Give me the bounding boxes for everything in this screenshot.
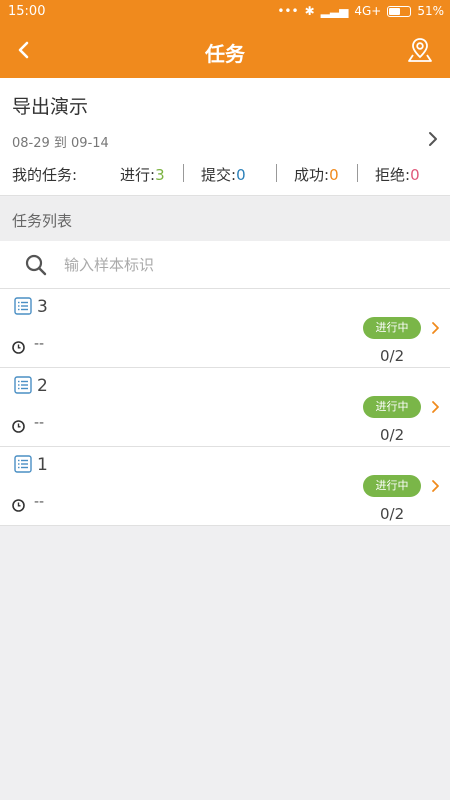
status-time: 15:00: [8, 4, 46, 19]
bluetooth-icon: ✱: [304, 4, 315, 18]
status-badge: 进行中: [363, 396, 421, 418]
stat-submitted-label: 提交:: [201, 166, 237, 184]
signal-icon: ▂▃▅: [320, 4, 349, 18]
task-progress: 0/2: [380, 347, 405, 365]
stat-rejected: 拒绝:0: [375, 164, 420, 185]
page-title: 任务: [205, 42, 245, 66]
battery-icon: [387, 5, 412, 17]
stat-success-label: 成功:: [294, 166, 330, 184]
stat-rejected-label: 拒绝:: [375, 166, 411, 184]
location-icon[interactable]: [406, 36, 434, 64]
clock-icon: [12, 499, 25, 512]
network-type: 4G+: [354, 4, 382, 18]
date-range: 08-29 到 09-14: [12, 136, 109, 151]
task-item[interactable]: 1 -- 进行中 0/2: [0, 447, 450, 526]
search-icon: [25, 254, 47, 276]
list-icon: [14, 297, 32, 315]
task-progress: 0/2: [380, 505, 405, 523]
list-icon: [14, 376, 32, 394]
task-time: --: [34, 494, 45, 510]
task-id: 2: [37, 376, 48, 396]
my-tasks-label: 我的任务:: [12, 166, 78, 184]
section-title: 任务列表: [12, 212, 73, 230]
status-icons: ••• ✱ ▂▃▅ 4G+ 51%: [277, 4, 444, 18]
search-input[interactable]: [64, 251, 424, 279]
stat-running: 进行:3: [120, 164, 165, 185]
project-summary[interactable]: 导出演示 08-29 到 09-14 我的任务: 进行:3 提交:0 成功:0 …: [0, 78, 450, 196]
chevron-right-icon[interactable]: [430, 400, 440, 414]
project-name: 导出演示: [12, 96, 89, 118]
clock-icon: [12, 420, 25, 433]
list-icon: [14, 455, 32, 473]
status-badge: 进行中: [363, 317, 421, 339]
chevron-right-icon[interactable]: [426, 130, 440, 148]
stat-submitted: 提交:0: [201, 164, 246, 185]
task-time: --: [34, 336, 45, 352]
chevron-right-icon[interactable]: [430, 321, 440, 335]
battery-level: 51%: [417, 4, 444, 18]
task-item[interactable]: 2 -- 进行中 0/2: [0, 368, 450, 447]
task-progress: 0/2: [380, 426, 405, 444]
stat-submitted-value: 0: [236, 166, 246, 184]
task-list-header: 任务列表: [0, 197, 450, 241]
clock-icon: [12, 341, 25, 354]
task-time: --: [34, 415, 45, 431]
task-item[interactable]: 3 -- 进行中 0/2: [0, 289, 450, 368]
stat-running-value: 3: [155, 166, 165, 184]
chevron-right-icon[interactable]: [430, 479, 440, 493]
stat-success-value: 0: [329, 166, 339, 184]
divider: [357, 164, 358, 182]
stat-running-label: 进行:: [120, 166, 156, 184]
search-bar: [0, 241, 450, 289]
divider: [276, 164, 277, 182]
task-id: 1: [37, 455, 48, 475]
more-dots-icon: •••: [277, 4, 299, 18]
stat-success: 成功:0: [294, 164, 339, 185]
status-bar: 15:00 ••• ✱ ▂▃▅ 4G+ 51%: [0, 0, 450, 24]
divider: [183, 164, 184, 182]
stat-rejected-value: 0: [410, 166, 420, 184]
task-id: 3: [37, 297, 48, 317]
status-badge: 进行中: [363, 475, 421, 497]
app-bar: 任务: [0, 24, 450, 78]
